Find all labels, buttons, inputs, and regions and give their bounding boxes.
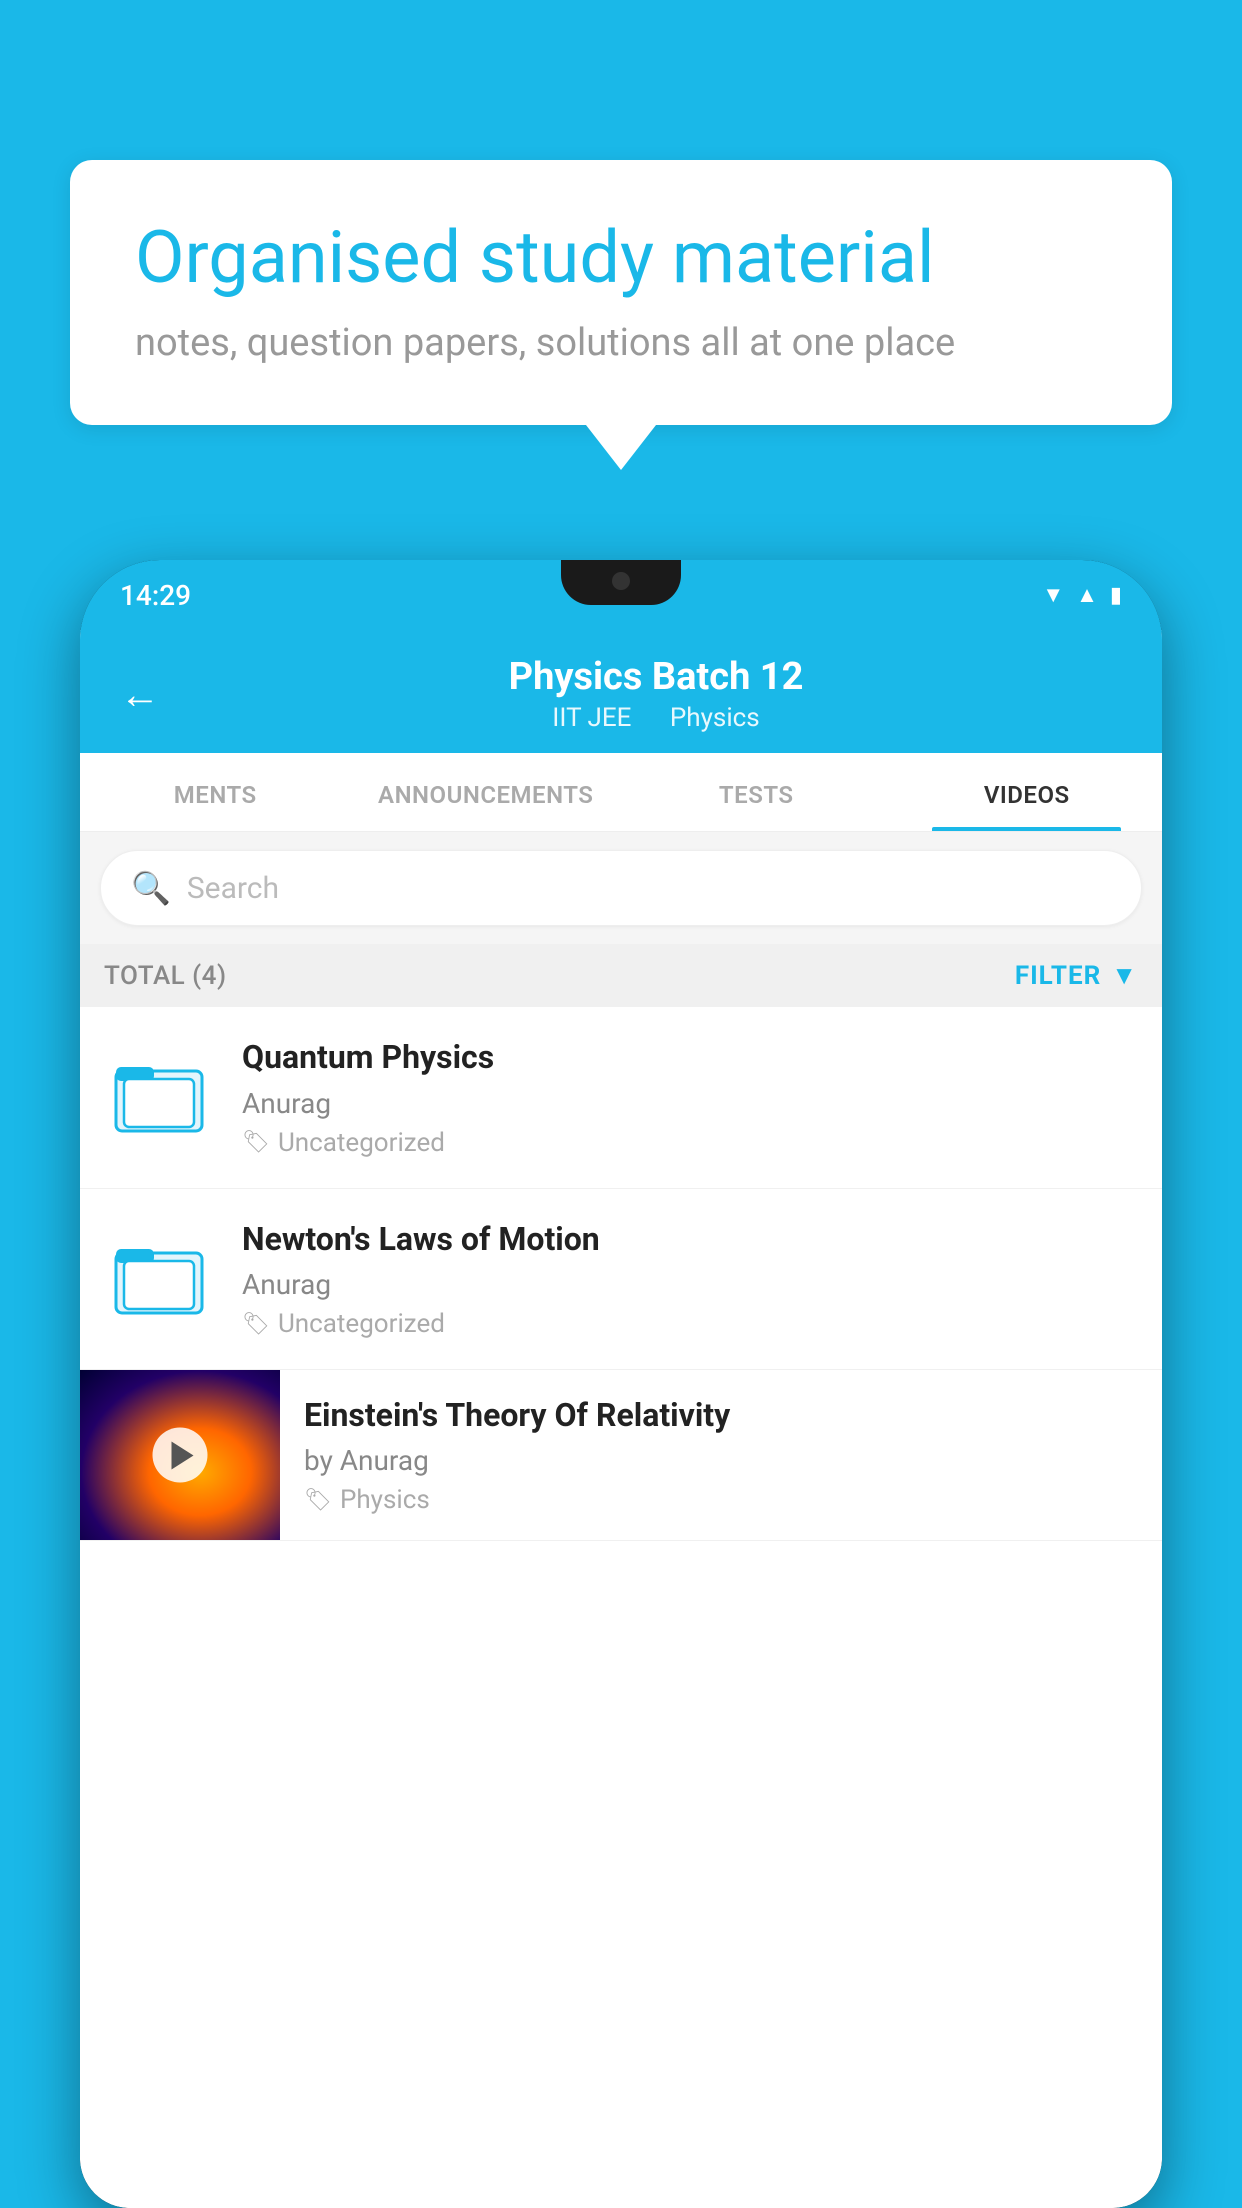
tag-text-3: Physics — [340, 1485, 430, 1515]
tab-videos[interactable]: VIDEOS — [892, 753, 1163, 831]
tag-icon-3: 🏷 — [304, 1488, 332, 1513]
filter-row: TOTAL (4) FILTER ▼ — [80, 944, 1162, 1007]
search-bar-wrapper: 🔍 Search — [80, 832, 1162, 944]
tag-icon-2: 🏷 — [242, 1312, 270, 1337]
header-title-block: Physics Batch 12 IIT JEE Physics — [190, 655, 1122, 733]
batch-title: Physics Batch 12 — [190, 655, 1122, 699]
video-title-2: Newton's Laws of Motion — [242, 1219, 1138, 1261]
bubble-title: Organised study material — [135, 215, 1107, 301]
list-item[interactable]: Einstein's Theory Of Relativity by Anura… — [80, 1370, 1162, 1541]
camera-dot — [612, 572, 630, 590]
bubble-tail — [586, 425, 656, 470]
phone-frame: 14:29 ▼ ▲ ▮ ← Physics Batch 12 IIT JEE P… — [80, 560, 1162, 2208]
video-author-1: Anurag — [242, 1087, 1138, 1120]
tab-tests[interactable]: TESTS — [621, 753, 892, 831]
back-button[interactable]: ← — [120, 671, 160, 718]
tag-text-2: Uncategorized — [278, 1309, 445, 1339]
app-screen: ← Physics Batch 12 IIT JEE Physics MENTS… — [80, 630, 1162, 2208]
subtitle-physics: Physics — [670, 703, 760, 733]
tag-text-1: Uncategorized — [278, 1128, 445, 1158]
search-icon: 🔍 — [131, 869, 171, 907]
tabs-bar: MENTS ANNOUNCEMENTS TESTS VIDEOS — [80, 753, 1162, 832]
video-thumbnail-2 — [104, 1224, 214, 1334]
einstein-thumbnail — [80, 1370, 280, 1540]
total-count: TOTAL (4) — [104, 961, 227, 991]
battery-icon: ▮ — [1110, 583, 1122, 608]
filter-button[interactable]: FILTER ▼ — [1015, 960, 1138, 991]
video-author-2: Anurag — [242, 1268, 1138, 1301]
tag-icon-1: 🏷 — [242, 1130, 270, 1155]
tab-announcements[interactable]: ANNOUNCEMENTS — [351, 753, 622, 831]
wifi-icon: ▼ — [1042, 582, 1064, 608]
video-info-1: Quantum Physics Anurag 🏷 Uncategorized — [242, 1037, 1138, 1158]
status-time: 14:29 — [120, 579, 191, 612]
video-title-3: Einstein's Theory Of Relativity — [304, 1395, 1138, 1437]
notch — [561, 560, 681, 605]
play-button[interactable] — [153, 1428, 208, 1483]
speech-bubble-section: Organised study material notes, question… — [70, 160, 1172, 470]
video-tag-3: 🏷 Physics — [304, 1485, 1138, 1515]
search-bar[interactable]: 🔍 Search — [100, 850, 1142, 926]
video-tag-2: 🏷 Uncategorized — [242, 1309, 1138, 1339]
filter-icon: ▼ — [1111, 960, 1138, 991]
video-title-1: Quantum Physics — [242, 1037, 1138, 1079]
list-item[interactable]: Quantum Physics Anurag 🏷 Uncategorized — [80, 1007, 1162, 1189]
search-placeholder: Search — [187, 871, 279, 906]
video-tag-1: 🏷 Uncategorized — [242, 1128, 1138, 1158]
tab-ments[interactable]: MENTS — [80, 753, 351, 831]
signal-icon: ▲ — [1076, 582, 1098, 608]
video-thumbnail-1 — [104, 1042, 214, 1152]
filter-label: FILTER — [1015, 961, 1101, 991]
subtitle-iitjee: IIT JEE — [552, 703, 631, 733]
bubble-subtitle: notes, question papers, solutions all at… — [135, 321, 1107, 365]
video-list: Quantum Physics Anurag 🏷 Uncategorized — [80, 1007, 1162, 2208]
speech-bubble-card: Organised study material notes, question… — [70, 160, 1172, 425]
app-header: ← Physics Batch 12 IIT JEE Physics — [80, 630, 1162, 753]
video-info-2: Newton's Laws of Motion Anurag 🏷 Uncateg… — [242, 1219, 1138, 1340]
list-item[interactable]: Newton's Laws of Motion Anurag 🏷 Uncateg… — [80, 1189, 1162, 1371]
video-author-3: by Anurag — [304, 1444, 1138, 1477]
video-info-3: Einstein's Theory Of Relativity by Anura… — [280, 1375, 1162, 1536]
play-icon — [171, 1441, 193, 1469]
status-bar: 14:29 ▼ ▲ ▮ — [80, 560, 1162, 630]
batch-subtitle: IIT JEE Physics — [190, 703, 1122, 733]
status-icons: ▼ ▲ ▮ — [1042, 582, 1122, 608]
